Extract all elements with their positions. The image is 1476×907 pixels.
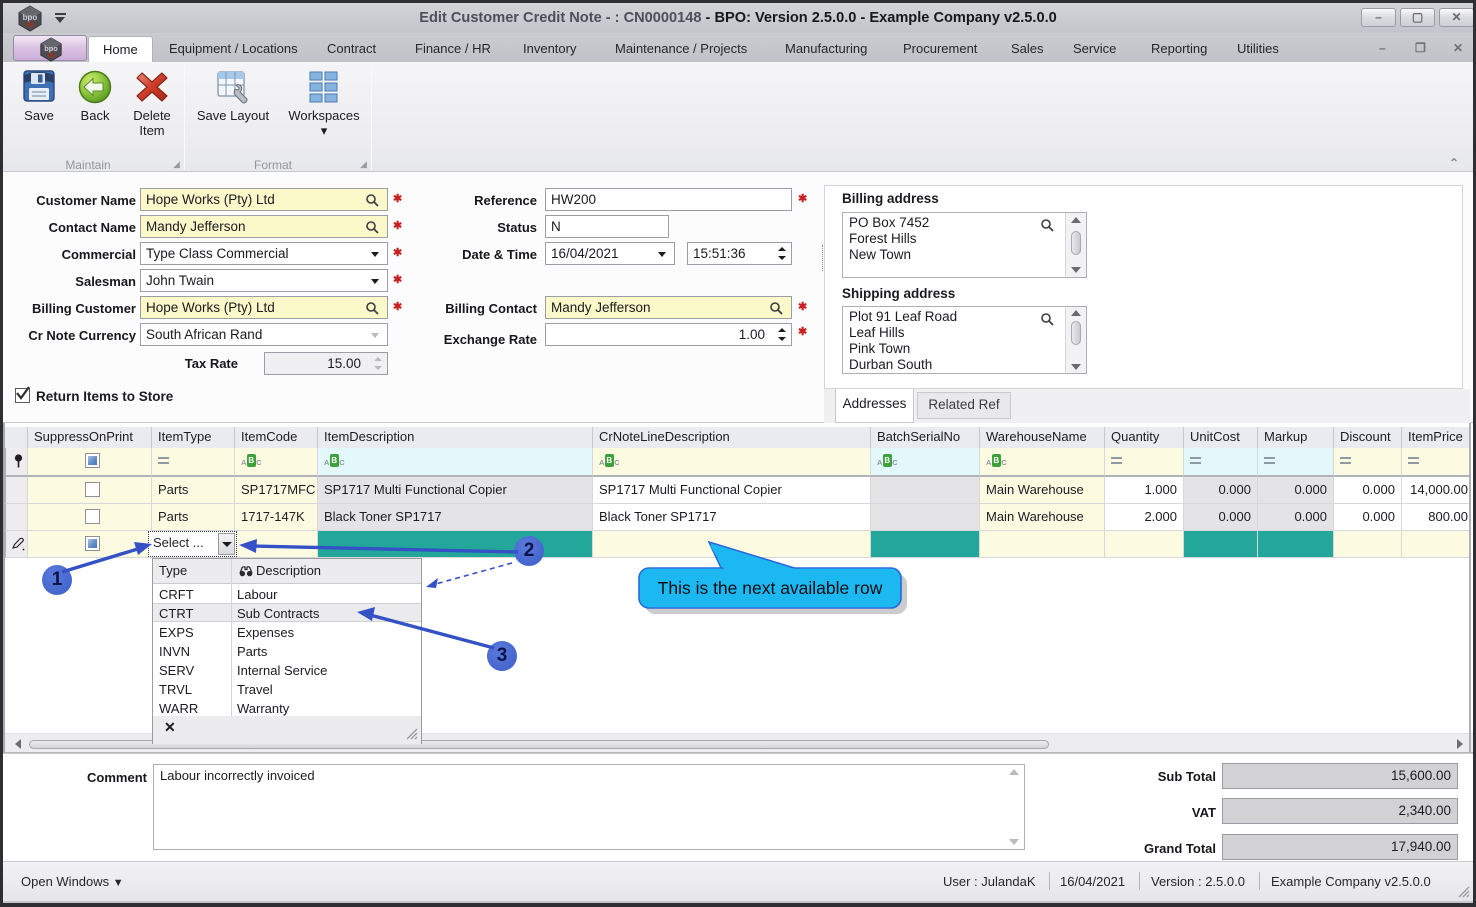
svg-text:bpo: bpo	[44, 44, 58, 53]
